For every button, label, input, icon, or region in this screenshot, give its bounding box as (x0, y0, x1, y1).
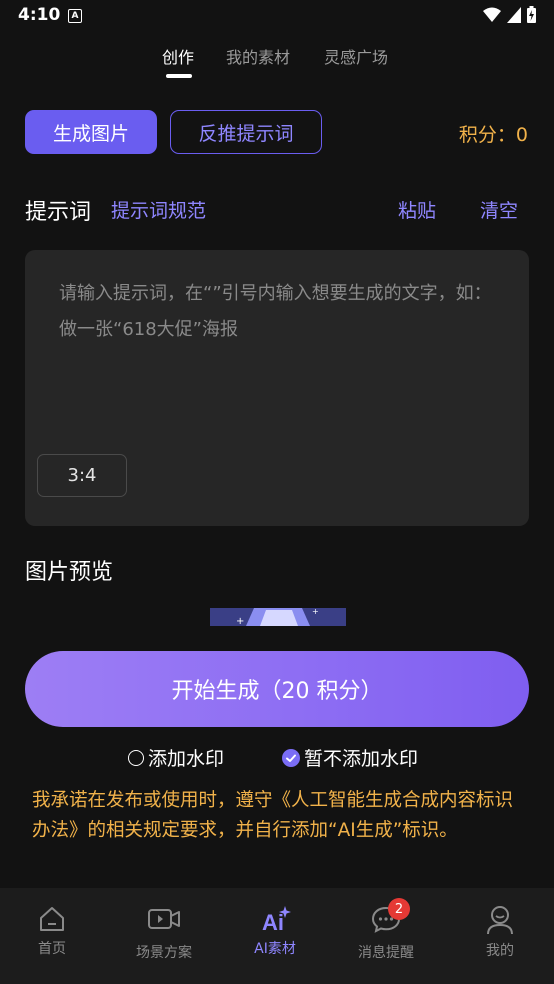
wifi-icon (483, 7, 501, 22)
nav-ai-materials-label: AI素材 (254, 941, 296, 957)
aspect-ratio-button[interactable]: 3:4 (37, 454, 127, 497)
home-icon (40, 907, 64, 931)
preview-title: 图片预览 (25, 560, 114, 585)
paste-button[interactable]: 粘贴 (398, 196, 436, 223)
ai-sparkle-icon: Ai (262, 906, 291, 934)
add-watermark-option[interactable]: 添加水印 (128, 744, 224, 771)
radio-checked-icon (282, 748, 300, 767)
no-watermark-option[interactable]: 暂不添加水印 (282, 744, 418, 771)
points-balance: 积分：0 (458, 124, 528, 146)
tab-active-indicator (166, 74, 192, 78)
status-icons (483, 6, 536, 23)
prompt-input[interactable]: 请输入提示词，在“”引号内输入想要生成的文字，如：做一张“618大促”海报 3:… (25, 250, 529, 526)
signal-icon (507, 6, 521, 23)
svg-text:+: + (236, 616, 244, 626)
status-time: 4:10 (18, 5, 61, 25)
nav-home-label: 首页 (38, 941, 66, 957)
user-icon (487, 906, 513, 935)
reverse-prompt-button[interactable]: 反推提示词 (170, 110, 322, 154)
compliance-notice: 我承诺在发布或使用时，遵守《人工智能生成合成内容标识办法》的相关规定要求，并自行… (32, 790, 514, 841)
chat-icon-wrap: 2 (370, 898, 410, 938)
prompt-placeholder: 请输入提示词，在“”引号内输入想要生成的文字，如：做一张“618大促”海报 (59, 283, 492, 340)
battery-icon (527, 6, 536, 23)
preview-image: + + (210, 608, 346, 626)
prompt-title: 提示词 (25, 200, 92, 225)
nav-ai-materials[interactable]: Ai AI素材 (220, 904, 330, 958)
svg-text:+: + (312, 608, 319, 616)
generate-image-button[interactable]: 生成图片 (25, 110, 157, 154)
status-bar: 4:10 A (0, 0, 554, 30)
tab-inspiration[interactable]: 灵感广场 (324, 44, 388, 68)
nav-scenes-label: 场景方案 (136, 945, 192, 961)
message-badge: 2 (388, 898, 410, 920)
nav-mine-label: 我的 (486, 943, 514, 959)
bottom-nav: 首页 场景方案 Ai AI素材 2 消息提醒 我的 (0, 888, 554, 984)
tab-create[interactable]: 创作 (162, 44, 194, 68)
nav-messages-label: 消息提醒 (358, 945, 414, 961)
add-watermark-label: 添加水印 (148, 748, 225, 770)
notification-icon: A (68, 9, 82, 23)
svg-text:Ai: Ai (262, 910, 284, 934)
preview-thumbnail-icon: + + (210, 608, 346, 626)
watermark-options: 添加水印 暂不添加水印 (0, 744, 554, 772)
nav-messages[interactable]: 2 消息提醒 (331, 898, 441, 962)
top-tabs: 创作 我的素材 灵感广场 (0, 44, 554, 84)
no-watermark-label: 暂不添加水印 (304, 748, 419, 770)
clear-button[interactable]: 清空 (480, 196, 518, 223)
nav-scenes[interactable]: 场景方案 (109, 904, 219, 962)
prompt-rules-link[interactable]: 提示词规范 (111, 196, 206, 223)
tab-my-materials[interactable]: 我的素材 (226, 44, 290, 68)
nav-mine[interactable]: 我的 (445, 904, 554, 960)
video-icon (148, 909, 180, 929)
nav-home[interactable]: 首页 (0, 904, 107, 958)
start-generate-button[interactable]: 开始生成（20 积分） (25, 651, 529, 727)
radio-unchecked-icon (128, 749, 144, 766)
